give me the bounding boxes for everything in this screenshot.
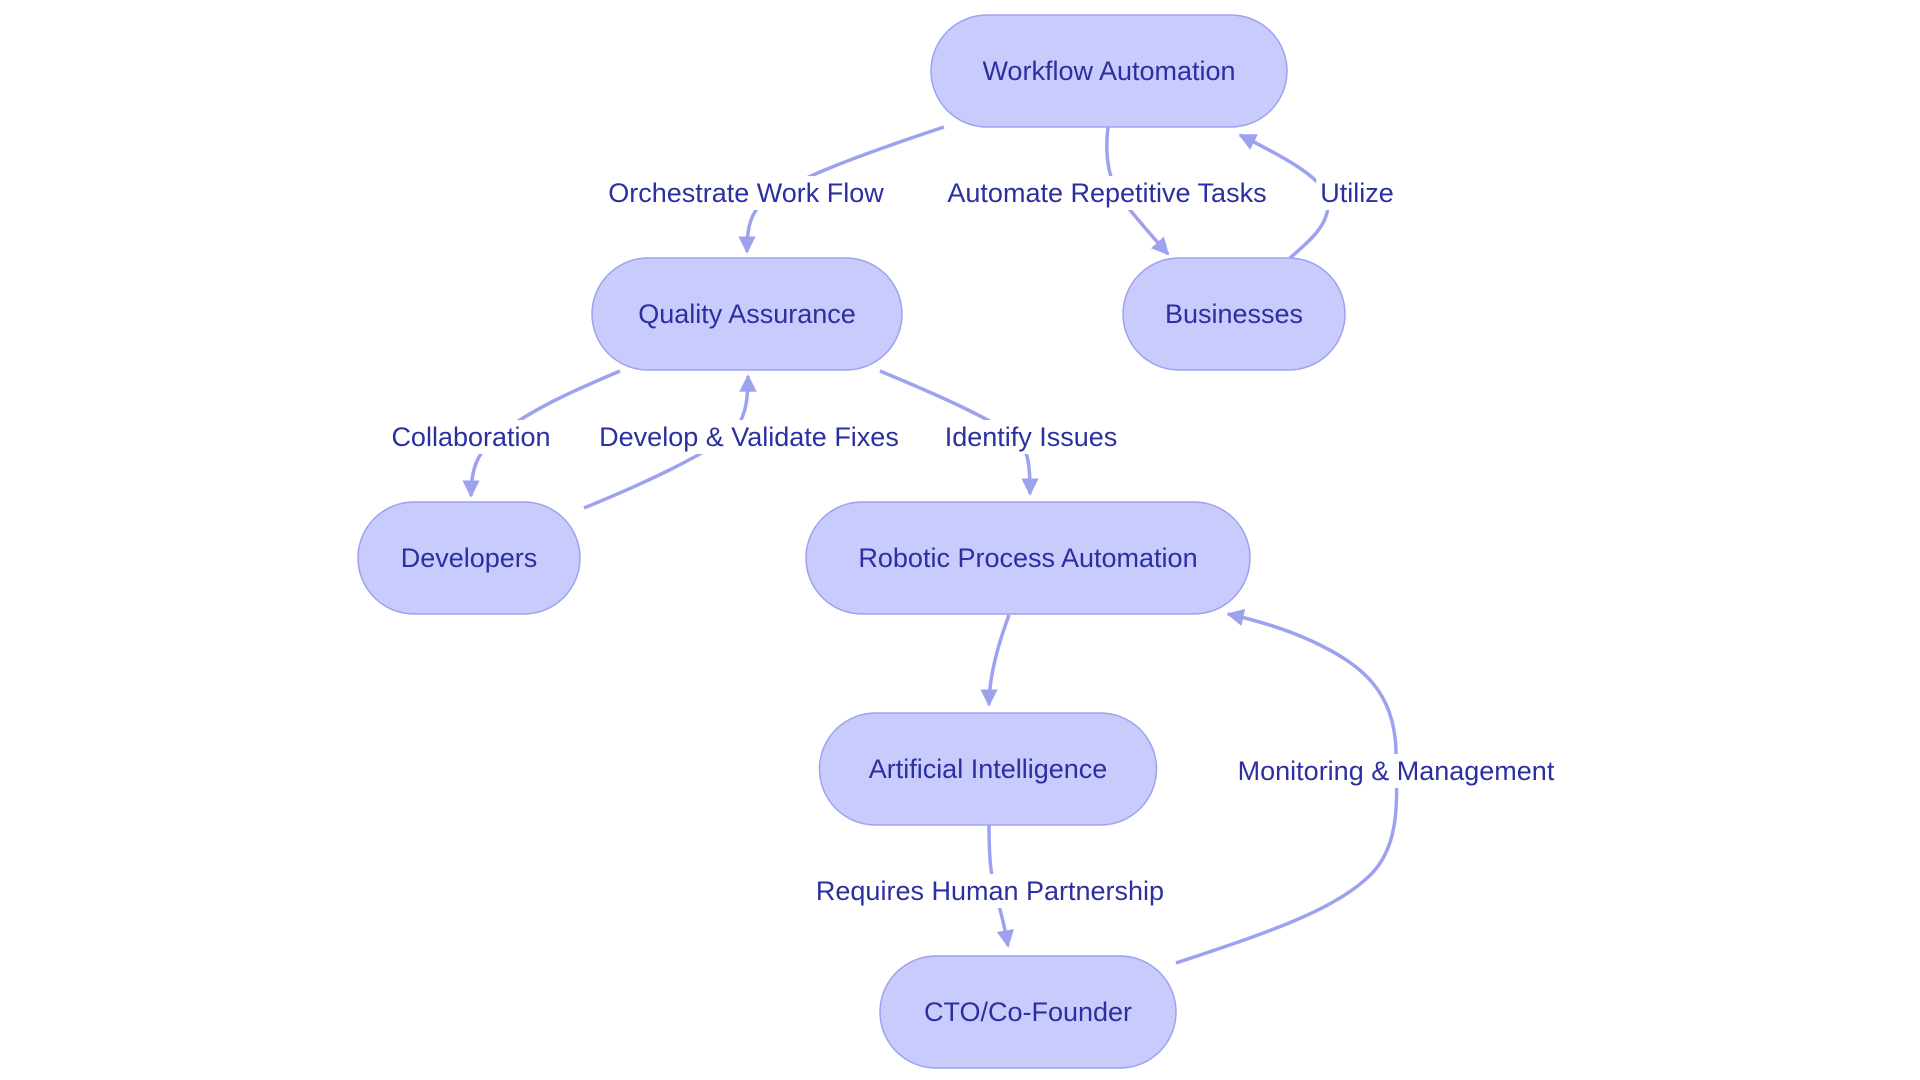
node-label: Quality Assurance bbox=[638, 299, 856, 329]
edge-label-cto-to-rpa: Monitoring & Management bbox=[1238, 756, 1555, 786]
edge-label-workflow-to-qa: Orchestrate Work Flow bbox=[608, 178, 884, 208]
node-label: Businesses bbox=[1165, 299, 1303, 329]
flowchart-canvas: Workflow Automation Quality Assurance Busi… bbox=[357, 14, 1559, 1069]
node-developers[interactable]: Developers bbox=[357, 501, 581, 615]
edge-label-businesses-to-workflow: Utilize bbox=[1320, 178, 1394, 208]
edge-label-qa-to-developers: Collaboration bbox=[391, 422, 550, 452]
edge-label-developers-to-qa: Develop & Validate Fixes bbox=[599, 422, 899, 452]
node-rpa[interactable]: Robotic Process Automation bbox=[805, 501, 1251, 615]
node-ai[interactable]: Artificial Intelligence bbox=[818, 712, 1158, 826]
edge-label-workflow-to-businesses: Automate Repetitive Tasks bbox=[947, 178, 1266, 208]
edge-label-qa-to-rpa: Identify Issues bbox=[945, 422, 1118, 452]
edge-label-ai-to-cto: Requires Human Partnership bbox=[816, 876, 1164, 906]
node-label: Developers bbox=[401, 543, 538, 573]
node-businesses[interactable]: Businesses bbox=[1122, 257, 1346, 371]
node-cto[interactable]: CTO/Co-Founder bbox=[879, 955, 1177, 1069]
node-label: CTO/Co-Founder bbox=[924, 997, 1132, 1027]
node-workflow[interactable]: Workflow Automation bbox=[930, 14, 1288, 128]
node-qa[interactable]: Quality Assurance bbox=[591, 257, 903, 371]
node-label: Workflow Automation bbox=[982, 56, 1235, 86]
edge-cto-to-rpa bbox=[1175, 608, 1399, 965]
node-label: Artificial Intelligence bbox=[869, 754, 1108, 784]
node-label: Robotic Process Automation bbox=[858, 543, 1197, 573]
edge-rpa-to-ai bbox=[980, 614, 1011, 707]
